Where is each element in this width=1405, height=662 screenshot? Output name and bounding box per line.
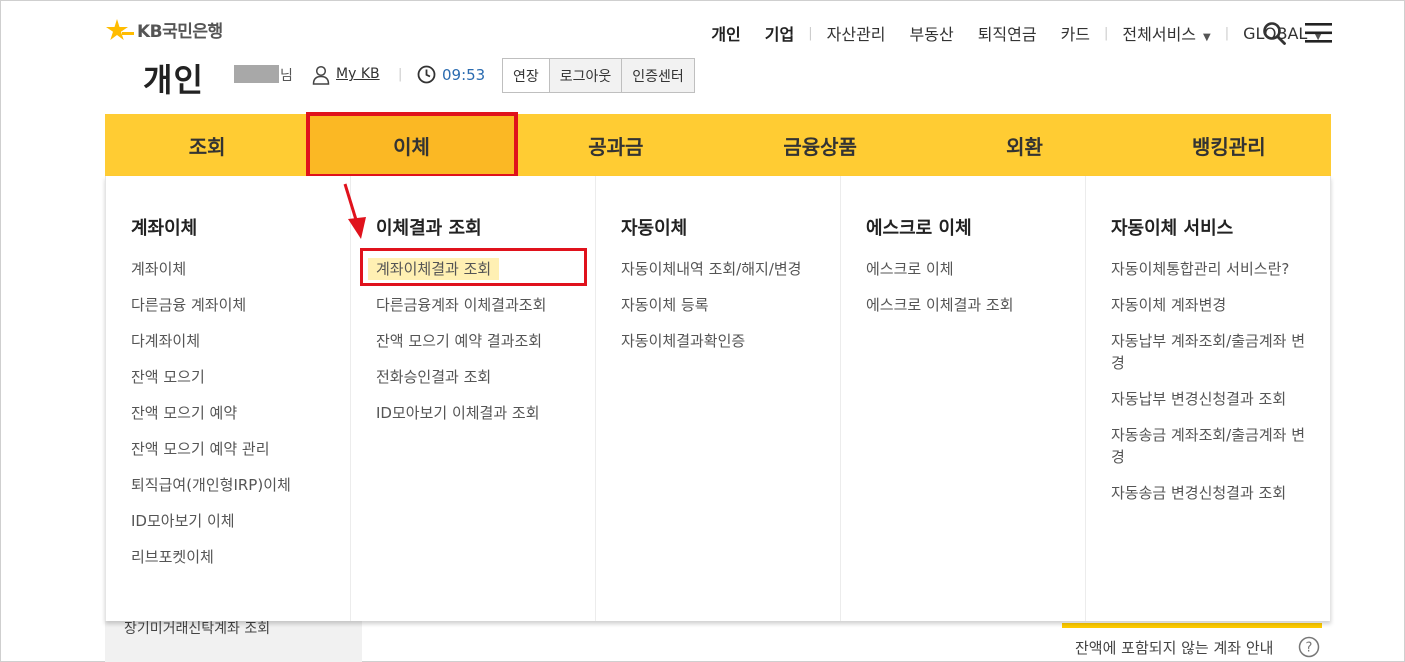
menu-item[interactable]: 전화승인결과 조회 — [376, 366, 595, 388]
menu-item[interactable]: 다계좌이체 — [131, 330, 350, 352]
menu-item[interactable]: 퇴직급여(개인형IRP)이체 — [131, 474, 350, 496]
menu-item[interactable]: 잔액 모으기 예약 관리 — [131, 438, 350, 460]
menu-item[interactable]: 자동이체내역 조회/해지/변경 — [621, 258, 840, 280]
dormant-trust-link[interactable]: 장기미거래신탁계좌 조회 — [124, 618, 270, 638]
all-services-label: 전체서비스 — [1122, 25, 1197, 44]
divider: | — [1224, 25, 1230, 41]
menu-item[interactable]: 자동송금 계좌조회/출금계좌 변경 — [1111, 424, 1330, 468]
menu-item[interactable]: 다른금융계좌 이체결과조회 — [376, 294, 595, 316]
hamburger-menu-icon[interactable] — [1305, 22, 1332, 44]
menu-item[interactable]: 자동이체 계좌변경 — [1111, 294, 1330, 316]
logout-button[interactable]: 로그아웃 — [548, 59, 622, 92]
menu-column-transfer-result: 이체결과 조회 계좌이체결과 조회 다른금융계좌 이체결과조회 잔액 모으기 예… — [350, 176, 595, 621]
column-heading: 에스크로 이체 — [866, 218, 972, 239]
gnb-banking-mgmt[interactable]: 뱅킹관리 — [1127, 114, 1331, 176]
svg-text:?: ? — [1306, 641, 1313, 656]
menu-item[interactable]: 자동이체통합관리 서비스란? — [1111, 258, 1330, 280]
menu-item[interactable]: 다른금융 계좌이체 — [131, 294, 350, 316]
top-nav: 개인 기업 | 자산관리 부동산 퇴직연금 카드 | 전체서비스 ▼ | GLOB… — [699, 21, 1334, 45]
menu-item[interactable]: 에스크로 이체 — [866, 258, 1085, 280]
extend-session-button[interactable]: 연장 — [503, 59, 549, 92]
excluded-accounts-note[interactable]: 잔액에 포함되지 않는 계좌 안내 — [1075, 637, 1273, 658]
column-heading: 자동이체 서비스 — [1111, 218, 1234, 239]
menu-item[interactable]: 자동송금 변경신청결과 조회 — [1111, 482, 1330, 504]
name-suffix: 님 — [280, 68, 293, 84]
menu-item[interactable]: 잔액 모으기 예약 — [131, 402, 350, 424]
top-nav-pension[interactable]: 퇴직연금 — [978, 21, 1037, 45]
user-icon — [312, 65, 330, 85]
gnb-utility[interactable]: 공과금 — [514, 114, 718, 176]
top-nav-asset[interactable]: 자산관리 — [827, 21, 886, 45]
menu-column-account-transfer: 계좌이체 계좌이체 다른금융 계좌이체 다계좌이체 잔액 모으기 잔액 모으기 … — [106, 176, 350, 621]
menu-item[interactable]: ID모아보기 이체결과 조회 — [376, 402, 595, 424]
menu-column-auto-transfer: 자동이체 자동이체내역 조회/해지/변경 자동이체 등록 자동이체결과확인증 — [595, 176, 840, 621]
page-title: 개인 — [143, 61, 204, 99]
result-item-highlight-box — [360, 248, 587, 286]
clock-icon — [417, 65, 436, 84]
top-nav-personal[interactable]: 개인 — [711, 21, 740, 45]
menu-item[interactable]: 리브포켓이체 — [131, 546, 350, 568]
menu-item[interactable]: ID모아보기 이체 — [131, 510, 350, 532]
search-icon[interactable] — [1262, 21, 1286, 45]
brand-name: KB국민은행 — [137, 22, 223, 42]
transfer-tab-highlight — [306, 112, 518, 178]
menu-item[interactable]: 에스크로 이체결과 조회 — [866, 294, 1085, 316]
masked-user-name — [234, 65, 279, 83]
top-nav-all-services[interactable]: 전체서비스 ▼ — [1122, 21, 1210, 45]
caret-down-icon: ▼ — [1203, 32, 1211, 43]
column-heading: 자동이체 — [621, 218, 688, 239]
divider: | — [398, 67, 403, 82]
menu-item[interactable]: 계좌이체 — [131, 258, 350, 280]
help-icon[interactable]: ? — [1298, 636, 1320, 658]
gnb-forex[interactable]: 외환 — [922, 114, 1126, 176]
menu-column-auto-transfer-service: 자동이체 서비스 자동이체통합관리 서비스란? 자동이체 계좌변경 자동납부 계… — [1085, 176, 1330, 621]
kb-star-icon — [106, 18, 134, 40]
gnb-products[interactable]: 금융상품 — [718, 114, 922, 176]
main-nav: 조회 이체 공과금 금융상품 외환 뱅킹관리 — [105, 114, 1331, 176]
session-timer: 09:53 — [442, 66, 486, 84]
top-nav-card[interactable]: 카드 — [1061, 21, 1090, 45]
menu-item[interactable]: 잔액 모으기 — [131, 366, 350, 388]
menu-item[interactable]: 자동이체결과확인증 — [621, 330, 840, 352]
menu-item[interactable]: 자동이체 등록 — [621, 294, 840, 316]
transfer-mega-menu: 계좌이체 계좌이체 다른금융 계좌이체 다계좌이체 잔액 모으기 잔액 모으기 … — [105, 176, 1331, 621]
divider: | — [1104, 25, 1109, 41]
menu-column-escrow: 에스크로 이체 에스크로 이체 에스크로 이체결과 조회 — [840, 176, 1085, 621]
kb-logo[interactable]: KB국민은행 — [105, 17, 223, 42]
red-arrow-annotation — [343, 183, 366, 239]
session-button-group: 연장 로그아웃 인증센터 — [502, 58, 695, 93]
gnb-inquiry[interactable]: 조회 — [105, 114, 309, 176]
top-nav-realestate[interactable]: 부동산 — [910, 21, 954, 45]
column-heading: 이체결과 조회 — [376, 218, 482, 239]
my-kb-link[interactable]: My KB — [336, 66, 380, 82]
accent-bar — [1062, 623, 1322, 628]
menu-item[interactable]: 잔액 모으기 예약 결과조회 — [376, 330, 595, 352]
menu-item[interactable]: 자동납부 변경신청결과 조회 — [1111, 388, 1330, 410]
auth-center-button[interactable]: 인증센터 — [621, 59, 694, 92]
menu-item[interactable]: 자동납부 계좌조회/출금계좌 변경 — [1111, 330, 1330, 374]
divider: | — [808, 25, 813, 41]
column-heading: 계좌이체 — [131, 218, 198, 239]
top-nav-business[interactable]: 기업 — [765, 21, 794, 45]
